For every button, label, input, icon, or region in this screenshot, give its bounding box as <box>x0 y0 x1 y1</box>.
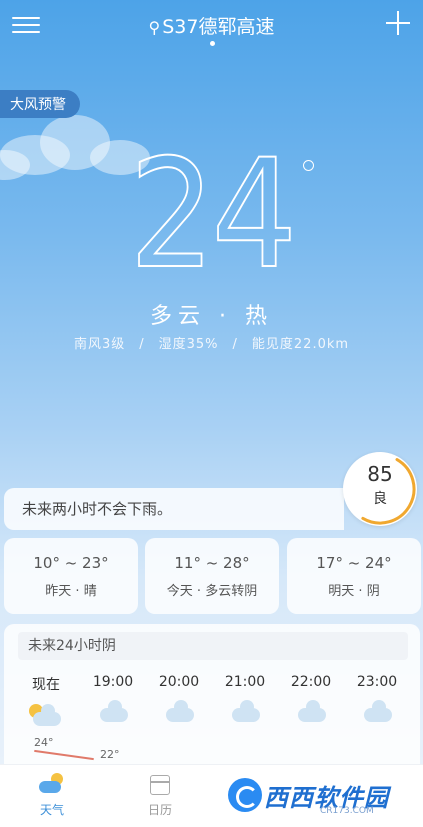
hourly-forecast-card[interactable]: 未来24小时阴 现在 19:00 20:00 21:00 22:00 23:00… <box>4 624 420 774</box>
watermark-subtext: CR173.COM <box>320 806 374 816</box>
nav-tab-calendar[interactable]: 日历 <box>130 773 190 818</box>
cloud-icon <box>294 700 328 726</box>
hour-item[interactable]: 23:00 <box>347 674 407 726</box>
nav-calendar-label: 日历 <box>147 803 172 817</box>
hour-temp: 24° <box>34 736 54 749</box>
add-city-button[interactable] <box>385 10 411 36</box>
rain-forecast-card[interactable]: 未来两小时不会下雨。 <box>4 488 344 530</box>
hourly-title: 未来24小时阴 <box>18 632 408 660</box>
hour-time: 21:00 <box>224 674 266 690</box>
temp-trend-line <box>34 749 94 761</box>
humidity-text: 湿度35% <box>158 337 219 352</box>
day-card-tomorrow[interactable]: 17° ~ 24° 明天 · 阴 <box>287 538 421 614</box>
location-label: S37德郓高速 <box>162 16 275 38</box>
day-label: 昨天 · 晴 <box>45 584 97 599</box>
hour-time: 19:00 <box>92 674 134 690</box>
partly-cloudy-night-icon <box>96 700 130 726</box>
wind-alert-badge[interactable]: 大风预警 <box>0 90 80 118</box>
nav-tab-weather[interactable]: 天气 <box>22 773 82 818</box>
hour-item[interactable]: 20:00 <box>149 674 209 726</box>
page-indicator-dot <box>210 41 215 46</box>
hour-item[interactable]: 21:00 <box>215 674 275 726</box>
partly-cloudy-day-icon <box>29 704 63 730</box>
day-range: 17° ~ 24° <box>316 554 392 572</box>
day-range: 11° ~ 28° <box>174 554 250 572</box>
hour-time: 22:00 <box>290 674 332 690</box>
cloud-icon <box>162 700 196 726</box>
hour-item[interactable]: 现在 <box>16 674 76 730</box>
hour-time: 现在 <box>32 677 60 693</box>
aqi-progress-ring <box>344 453 416 525</box>
weather-details: 南风3级 / 湿度35% / 能见度22.0km <box>0 333 423 352</box>
hour-temp: 22° <box>100 748 120 761</box>
wind-text: 南风3级 <box>73 337 126 352</box>
temperature-value: 24 <box>128 128 298 302</box>
separator: / <box>232 337 238 352</box>
hour-time: 23:00 <box>356 674 398 690</box>
day-card-today[interactable]: 11° ~ 28° 今天 · 多云转阴 <box>145 538 279 614</box>
hour-item[interactable]: 22:00 <box>281 674 341 726</box>
degree-icon <box>303 160 314 171</box>
day-label: 明天 · 阴 <box>328 584 380 599</box>
watermark-logo-icon <box>228 778 262 812</box>
visibility-text: 能见度22.0km <box>251 337 350 352</box>
location-pin-icon: ⚲ <box>148 18 161 37</box>
hour-item[interactable]: 19:00 <box>83 674 143 726</box>
day-card-yesterday[interactable]: 10° ~ 23° 昨天 · 晴 <box>4 538 138 614</box>
nav-weather-label: 天气 <box>39 803 64 817</box>
day-range: 10° ~ 23° <box>33 554 109 572</box>
hour-time: 20:00 <box>158 674 200 690</box>
location-title[interactable]: ⚲ S37德郓高速 <box>0 12 423 39</box>
watermark: 西西软件园 CR173.COM <box>228 776 420 820</box>
cloud-icon <box>228 700 262 726</box>
separator: / <box>139 337 145 352</box>
day-label: 今天 · 多云转阴 <box>166 584 258 599</box>
current-temperature: 24 <box>0 128 423 302</box>
cloud-icon <box>360 700 394 726</box>
current-condition: 多云 · 热 <box>150 304 273 329</box>
weather-tab-icon <box>39 773 65 797</box>
calendar-icon <box>147 773 173 797</box>
